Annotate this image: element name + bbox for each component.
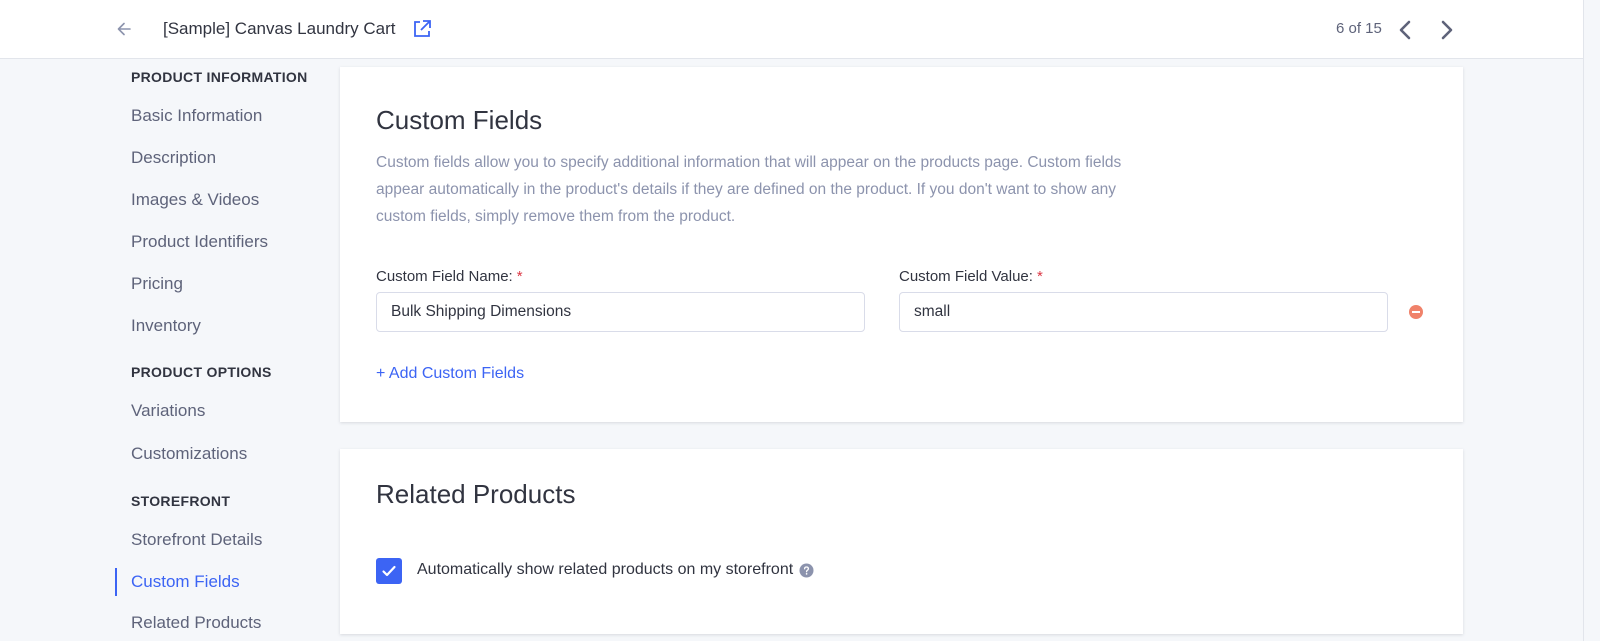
- checkmark-icon: [382, 565, 396, 577]
- related-products-title: Related Products: [376, 479, 576, 509]
- custom-field-name-input[interactable]: [376, 292, 865, 332]
- custom-fields-title: Custom Fields: [376, 105, 543, 135]
- related-products-checkbox-label: Automatically show related products on m…: [417, 561, 794, 578]
- required-mark: *: [516, 268, 523, 285]
- section-heading-product-options: PRODUCT OPTIONS: [131, 364, 272, 380]
- sidebar-item-description[interactable]: Description: [131, 148, 216, 168]
- sidebar-item-customizations[interactable]: Customizations: [131, 444, 247, 464]
- open-in-new-icon[interactable]: [412, 19, 432, 39]
- custom-field-name-label-text: Custom Field Name:: [376, 268, 513, 285]
- page-scrollbar[interactable]: [1583, 0, 1600, 641]
- custom-field-value-input[interactable]: [899, 292, 1388, 332]
- section-heading-product-information: PRODUCT INFORMATION: [131, 69, 308, 85]
- sidebar-item-images-videos[interactable]: Images & Videos: [131, 190, 259, 210]
- help-circle-icon[interactable]: [799, 563, 814, 578]
- pager-count: 6 of 15: [1336, 20, 1382, 37]
- custom-fields-card: Custom Fields Custom fields allow you to…: [340, 67, 1463, 422]
- sidebar-item-inventory[interactable]: Inventory: [131, 316, 201, 336]
- custom-field-value-label: Custom Field Value: *: [899, 268, 1043, 285]
- add-custom-fields-link[interactable]: + Add Custom Fields: [376, 365, 524, 383]
- sidebar-item-product-identifiers[interactable]: Product Identifiers: [131, 232, 268, 252]
- custom-fields-description: Custom fields allow you to specify addit…: [376, 154, 1122, 225]
- remove-circle-icon[interactable]: [1408, 304, 1424, 320]
- top-bar: [Sample] Canvas Laundry Cart 6 of 15: [0, 0, 1583, 59]
- sidebar-item-related-products[interactable]: Related Products: [131, 613, 261, 633]
- chevron-right-icon[interactable]: [1436, 18, 1458, 42]
- chevron-left-icon[interactable]: [1394, 18, 1416, 42]
- related-products-checkbox[interactable]: [376, 558, 402, 584]
- sidebar-item-pricing[interactable]: Pricing: [131, 274, 183, 294]
- product-title: [Sample] Canvas Laundry Cart: [163, 19, 396, 38]
- section-heading-storefront: STOREFRONT: [131, 493, 231, 509]
- custom-field-name-label: Custom Field Name: *: [376, 268, 523, 285]
- required-mark: *: [1036, 268, 1043, 285]
- sidebar-item-custom-fields[interactable]: Custom Fields: [131, 572, 240, 592]
- related-products-card: Related Products Automatically show rela…: [340, 449, 1463, 634]
- arrow-left-icon[interactable]: [114, 19, 134, 39]
- sidebar-item-variations[interactable]: Variations: [131, 401, 205, 421]
- sidebar-item-storefront-details[interactable]: Storefront Details: [131, 530, 262, 550]
- active-indicator: [115, 568, 117, 596]
- sidebar-item-basic-information[interactable]: Basic Information: [131, 106, 262, 126]
- custom-field-value-label-text: Custom Field Value:: [899, 268, 1033, 285]
